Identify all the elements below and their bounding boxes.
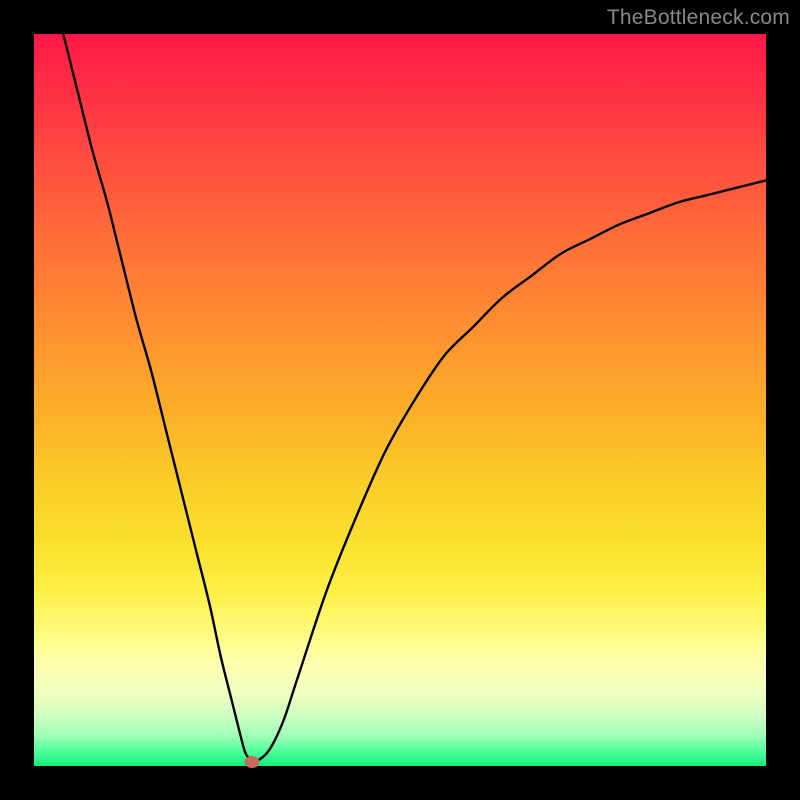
watermark-text: TheBottleneck.com [607,6,790,30]
plot-area [34,34,766,766]
chart-frame: TheBottleneck.com [0,0,800,800]
bottleneck-curve [34,34,766,766]
bottleneck-dot [245,756,260,768]
